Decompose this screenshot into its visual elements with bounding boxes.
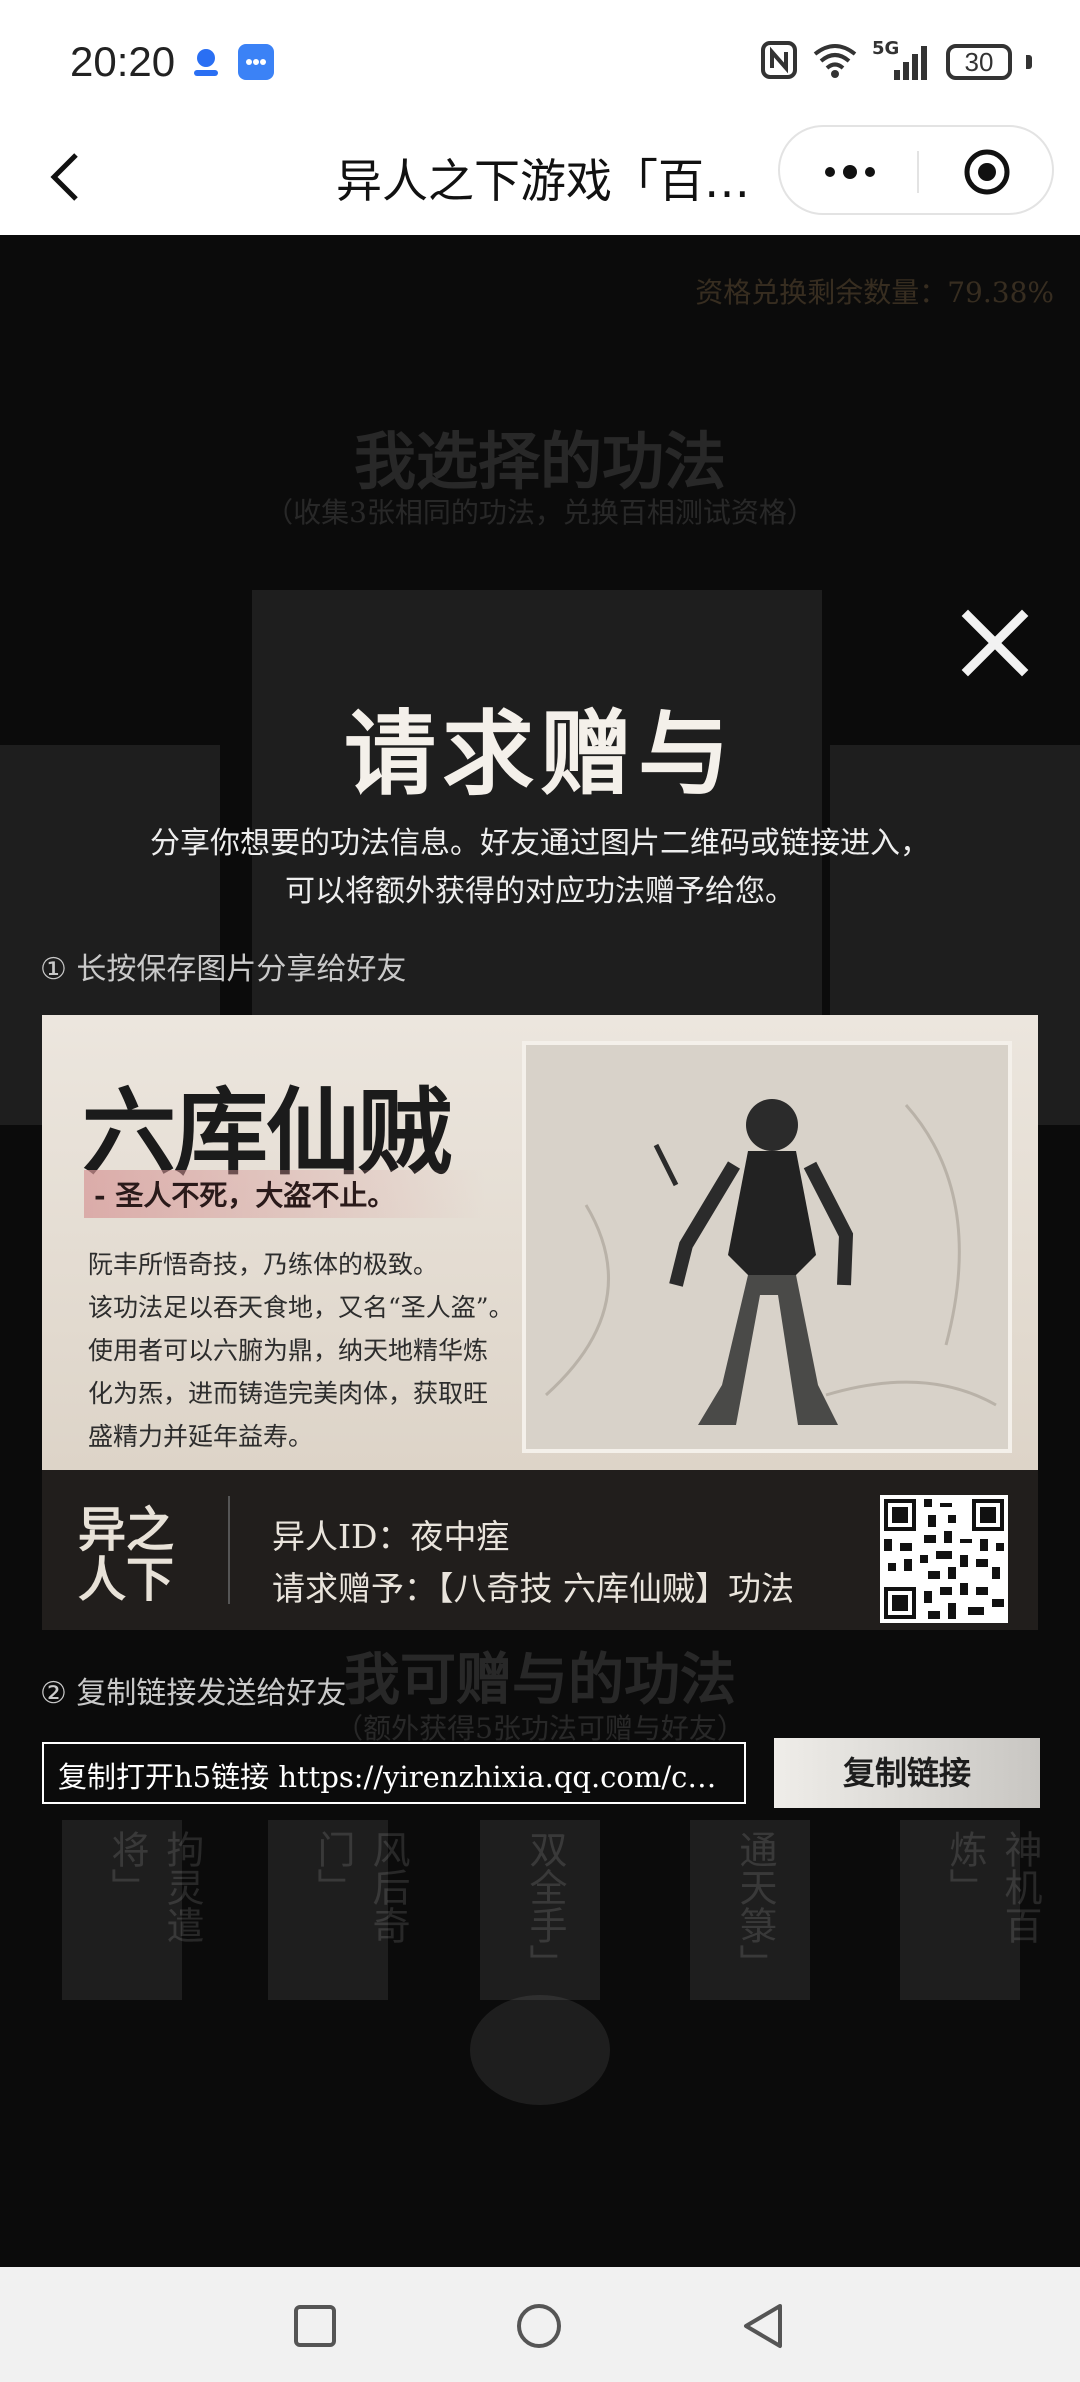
request-text: 请求赠予：【八奇技 六库仙贼】功法	[272, 1569, 794, 1608]
gift-skill-label: 风后奇门」	[311, 1830, 410, 1944]
player-id: 异人ID：夜中痓	[272, 1517, 510, 1556]
section-subtitle-selected: （收集3张相同的功法，兑换百相测试资格）	[265, 496, 815, 529]
skill-description-line: 盛精力并延年益寿。	[88, 1422, 314, 1451]
signal-icon: 5G	[872, 38, 932, 82]
status-time: 20:20	[70, 38, 176, 85]
share-poster[interactable]: 六库仙贼 - 圣人不死，大盗不止。 阮丰所悟奇技，乃练体的极致。 该功法足以吞天…	[42, 1015, 1038, 1630]
battery-icon: 30	[946, 44, 1012, 80]
status-bar: 20:20 5G 30	[0, 0, 1080, 125]
gift-skill-card: 双全手」	[480, 1820, 600, 2000]
close-icon[interactable]	[960, 608, 1030, 678]
remaining-count: 资格兑换剩余数量：79.38%	[695, 276, 1054, 309]
location-app-icon	[188, 44, 224, 80]
gift-skill-card: 神机百炼」	[900, 1820, 1042, 2000]
svg-text:异之: 异之	[78, 1502, 174, 1558]
game-logo: 异之 人下	[72, 1494, 202, 1608]
svg-text:人下: 人下	[78, 1552, 174, 1604]
copy-link-button[interactable]: 复制链接	[774, 1738, 1040, 1808]
nfc-icon	[760, 40, 798, 84]
page-title: 异人之下游戏「百…	[336, 154, 750, 208]
more-icon[interactable]	[820, 155, 880, 189]
home-icon[interactable]	[514, 2301, 564, 2351]
modal-description-line2: 可以将额外获得的对应功法赠予给您。	[285, 874, 795, 909]
gift-skill-card: 通天箓」	[690, 1820, 810, 2000]
nav-bar: 异人之下游戏「百…	[0, 125, 1080, 235]
gift-skill-label: 拘灵遣将」	[105, 1830, 204, 1944]
recents-icon[interactable]	[292, 2303, 338, 2349]
section-title-selected: 我选择的功法	[353, 425, 726, 498]
qr-code	[880, 1495, 1008, 1623]
step-copy-link: ② 复制链接发送给好友	[40, 1676, 347, 1711]
close-mini-program-icon[interactable]	[962, 147, 1012, 197]
status-indicators: 5G 30	[760, 38, 1032, 86]
skill-description-line: 化为炁，进而铸造完美肉体，获取旺	[88, 1379, 489, 1408]
skill-tagline: - 圣人不死，大盗不止。	[84, 1170, 486, 1218]
gift-skill-label: 双全手」	[523, 1830, 567, 1982]
bg-bottom-emblem	[470, 1995, 610, 2105]
character-illustration	[522, 1041, 1012, 1453]
battery-tip	[1026, 55, 1032, 69]
gift-skill-label: 通天箓」	[733, 1830, 777, 1982]
capsule-divider	[917, 151, 919, 193]
gift-skill-card: 拘灵遣将」	[62, 1820, 204, 2000]
message-app-icon	[238, 44, 274, 80]
back-nav-icon[interactable]	[740, 2301, 786, 2351]
footer-divider	[228, 1496, 230, 1604]
gift-skill-label: 神机百炼」	[943, 1830, 1042, 1944]
skill-description-line: 该功法足以吞天食地，又名“圣人盗”。	[88, 1293, 514, 1322]
mini-program-capsule	[778, 125, 1054, 215]
poster-footer: 异之 人下 异人ID：夜中痓 请求赠予：【八奇技 六库仙贼】功法	[42, 1470, 1038, 1630]
wifi-icon	[812, 40, 858, 84]
modal-title: 请求赠与	[343, 700, 736, 808]
step-save-image: ① 长按保存图片分享给好友	[40, 952, 407, 987]
system-nav-bar	[0, 2267, 1080, 2382]
skill-description-line: 阮丰所悟奇技，乃练体的极致。	[88, 1250, 439, 1279]
poster-upper: 六库仙贼 - 圣人不死，大盗不止。 阮丰所悟奇技，乃练体的极致。 该功法足以吞天…	[42, 1015, 1038, 1470]
modal-description-line1: 分享你想要的功法信息。好友通过图片二维码或链接进入，	[150, 826, 930, 861]
share-link-field[interactable]: 复制打开h5链接 https://yirenzhixia.qq.com/cp/…	[42, 1742, 746, 1804]
back-icon[interactable]	[42, 147, 92, 207]
skill-description-line: 使用者可以六腑为鼎，纳天地精华炼	[88, 1336, 489, 1365]
gift-skill-card: 风后奇门」	[268, 1820, 410, 2000]
battery-level: 30	[964, 46, 994, 77]
